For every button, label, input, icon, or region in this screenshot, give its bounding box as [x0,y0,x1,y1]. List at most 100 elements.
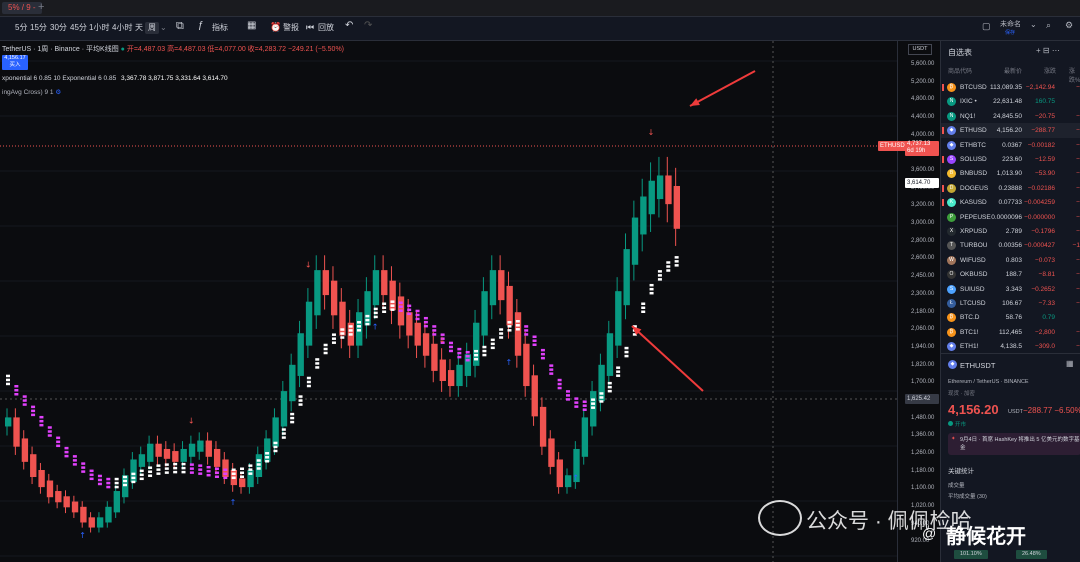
detail-symbol[interactable]: ETHUSDT [960,361,995,370]
watchlist-row[interactable]: PPEPEUSE0.0000096−0.000000−7.4 [941,210,1080,225]
replay-icon[interactable]: ⏮ [306,21,314,33]
row-symbol: BTC.D [960,314,980,322]
ema-ribbon-dot [666,261,671,264]
layout-name[interactable]: 未命名 [1000,19,1021,29]
interval-45m[interactable]: 45分 [70,22,87,34]
watchlist-row[interactable]: ₿BTCUSD113,089.35−2,142.94−1.8 [941,80,1080,95]
indicator2-legend[interactable]: ingAvg Cross) 9 1 ⚙ [2,88,61,96]
watchlist-row[interactable]: X XRPUSD 2.789 −0.1796 −6.0 [941,224,1080,239]
perf-pill-2[interactable]: 26.48% [1016,550,1047,559]
axis-tick: 1,180.00 [911,467,935,474]
row-symbol: WIFUSD [960,256,986,264]
axis-unit[interactable]: USDT [908,44,932,55]
interval-5m[interactable]: 5分 [15,22,27,34]
layout-square-icon[interactable]: ▢ [982,21,991,32]
watchlist-row[interactable]: ₿ BTC1! 112,465 −2,800 −2.4 [941,325,1080,340]
watchlist-actions-icon[interactable]: + ⊟ ⋯ [1036,46,1060,55]
symbol-line[interactable]: TetherUS · 1周 · Binance · 平均K线图 [2,46,119,53]
col-symbol[interactable]: 商品代码 [948,66,972,75]
new-tab-icon[interactable]: + [38,1,44,13]
annotation-arrow-top [689,70,756,107]
performance-pills: 101.10% 26.48% [954,550,1080,559]
alert-clock-icon[interactable]: ⏰ [270,21,281,33]
indicators-button[interactable]: 指标 [212,22,228,34]
watchlist-row[interactable]: ₿ BTC.D 58.76 0.79 1.3 [941,310,1080,325]
axis-tick: 2,600.00 [911,255,935,262]
row-change: −0.2652 [1031,285,1055,293]
chart-pane[interactable]: ↑ ↓ ↑ ↓ ↑ ↓ ↑ ↑ ↓ TetherUS · 1周 · Binance · 平均K线… [0,41,940,562]
search-icon[interactable]: ⌕ [1046,20,1051,31]
ema-ribbon-dot [298,399,303,402]
watchlist-row[interactable]: S SUIUSD 3.343 −0.2652 −7.3 [941,282,1080,297]
undo-icon[interactable]: ↶ [345,20,353,32]
ema-ribbon-dot [189,467,194,470]
detail-grid-icon[interactable]: ▦ [1066,359,1074,368]
watchlist-row[interactable]: S SOLUSD 223.60 −12.59 −5.3 [941,152,1080,167]
indicators-icon[interactable]: ƒ [198,20,204,32]
ema-ribbon-dot [499,328,504,331]
detail-change: −288.77 −6.50% [1023,406,1080,415]
ema-ribbon-dot [123,475,128,479]
ema-ribbon-dot [649,291,654,295]
candle [113,491,121,513]
watchlist-row[interactable]: NIXIC •22,631.48160.750.7 [941,94,1080,109]
watchlist-row[interactable]: Ł LTCUSD 106.67 −7.33 −6.4 [941,296,1080,311]
price-chart[interactable]: ↑ ↓ ↑ ↓ ↑ ↓ ↑ ↑ ↓ [0,41,897,562]
ema-ribbon-dot [382,302,387,305]
watchlist-row[interactable]: ◆ ETHUSD 4,156.20 −288.77 −6.5 [941,123,1080,139]
perf-pill-1[interactable]: 101.10% [954,550,988,559]
watchlist-row[interactable]: ◆ ETH1! 4,138.5 −309.0 −6.9 [941,339,1080,354]
price-box[interactable]: 4,156.17 买入 [2,55,28,70]
ema-ribbon-dot [641,310,646,313]
interval-dropdown-icon[interactable]: ⌄ [160,22,167,34]
redo-icon[interactable]: ↷ [364,20,372,32]
price-axis[interactable]: USDT 5,600.00 5,200.00 4,800.00 4,400.00 4,0… [897,41,940,562]
indicator-legend[interactable]: xponential 6 0.85 10 Exponential 6 0.85 … [2,75,228,82]
interval-1h[interactable]: 1小时 [89,22,109,34]
ema-ribbon-dot [248,464,253,467]
watchlist-row[interactable]: D DOGEUS 0.23888 −0.02186 −8.3 [941,181,1080,196]
candle [489,270,497,306]
col-last[interactable]: 最新价 [1004,66,1022,75]
ema-ribbon-dot [657,278,662,281]
col-change[interactable]: 涨跌 [1044,66,1056,75]
ema-ribbon-dot [574,397,579,400]
save-dropdown-icon[interactable]: ⌄ [1030,20,1037,29]
interval-15m[interactable]: 15分 [30,22,47,34]
watchlist-row[interactable]: W WIFUSD 0.803 −0.073 −8.3 [941,253,1080,268]
interval-30m[interactable]: 30分 [50,22,67,34]
watchlist-row[interactable]: ◆ ETHBTC 0.0367 −0.00182 −4.7 [941,138,1080,153]
ema-ribbon-dot [198,468,203,471]
watchlist-row[interactable]: O OKBUSD 188.7 −8.81 −4.4 [941,267,1080,282]
row-pct: −10.6 [1072,242,1080,250]
watchlist-title[interactable]: 自选表 [948,47,972,58]
interval-4h[interactable]: 4小时 [112,22,132,34]
watchlist-row[interactable]: T TURBOU 0.00356−0.000427 −10.6 [941,238,1080,253]
layout-grid-icon[interactable]: ▦ [247,20,256,32]
ema-ribbon-dot [131,472,136,476]
ema-ribbon-dot [56,440,61,444]
replay-button[interactable]: 回放 [318,22,334,34]
ema-ribbon-dot [106,481,111,485]
news-banner[interactable]: ✦ 9月4日 · 首席 HashKey 将推出 5 亿美元的数字基金 [948,433,1080,455]
chart-tab[interactable]: 5% / 9 - [2,2,42,14]
candle-type-icon[interactable]: ⧉ [176,20,184,32]
ema-ribbon-dot [599,396,604,399]
row-symbol: XRPUSD [960,228,988,235]
sell-arrow-icon: ↓ [188,417,195,426]
ema-ribbon-dot [206,473,211,477]
candle [631,217,639,265]
watchlist-row[interactable]: B BNBUSD 1,013.90 −53.90 −5.0 [941,166,1080,181]
watchlist-row[interactable]: K KASUSD 0.07733−0.004259 −5.2 [941,195,1080,210]
ema-ribbon-dot [114,481,119,485]
interval-1w[interactable]: 周 [145,22,159,34]
row-last: 106.67 [1002,300,1022,307]
ema-ribbon-dot [240,475,245,478]
ema-ribbon-dot [465,358,470,362]
interval-1d[interactable]: 天 [135,22,143,34]
ema-ribbon-dot [265,456,270,459]
ema-ribbon-dot [415,313,420,317]
alert-button[interactable]: 警报 [283,22,299,34]
watchlist-row[interactable]: NNQ1!24,845.50−20.75−0.0 [941,109,1080,124]
settings-icon[interactable]: ⚙ [1065,20,1073,31]
